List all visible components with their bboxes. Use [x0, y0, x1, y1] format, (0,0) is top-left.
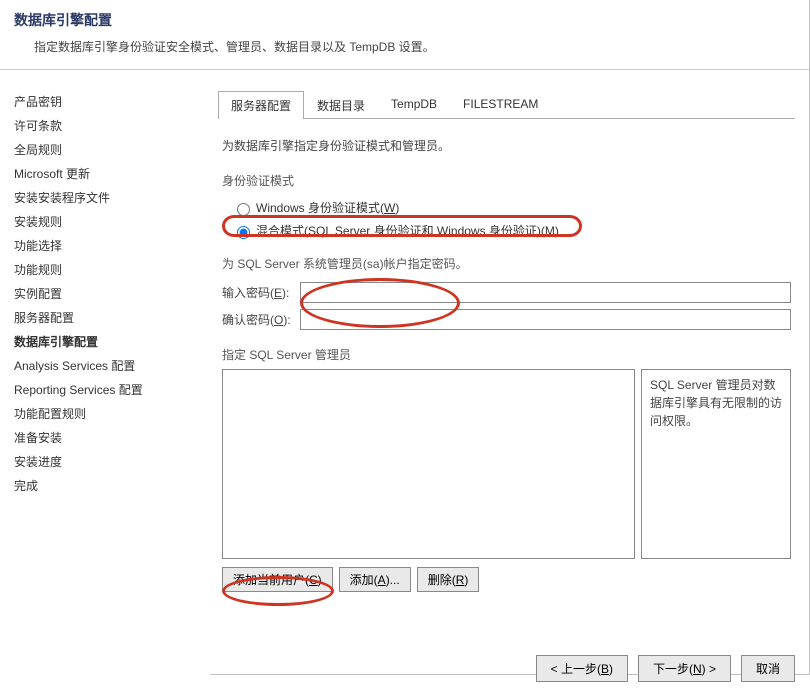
- radio-windows-label: Windows 身份验证模式(W): [256, 199, 399, 216]
- tab-TempDB[interactable]: TempDB: [378, 91, 450, 119]
- main-panel: 服务器配置数据目录TempDBFILESTREAM 为数据库引擎指定身份验证模式…: [210, 70, 809, 690]
- admins-listbox[interactable]: [222, 369, 635, 559]
- confirm-password-input[interactable]: [300, 309, 791, 330]
- panel-intro: 为数据库引擎指定身份验证模式和管理员。: [222, 137, 791, 154]
- sidebar-step-item[interactable]: Microsoft 更新: [14, 162, 196, 186]
- sidebar-step-item[interactable]: Reporting Services 配置: [14, 378, 196, 402]
- sa-password-group-label: 为 SQL Server 系统管理员(sa)帐户指定密码。: [222, 255, 791, 272]
- cancel-button[interactable]: 取消: [741, 655, 795, 682]
- sidebar-step-item[interactable]: 准备安装: [14, 426, 196, 450]
- next-button[interactable]: 下一步(N) >: [638, 655, 731, 682]
- tabstrip: 服务器配置数据目录TempDBFILESTREAM: [218, 90, 795, 119]
- wizard-footer: < 上一步(B) 下一步(N) > 取消: [218, 641, 795, 682]
- back-button[interactable]: < 上一步(B): [536, 655, 628, 682]
- sidebar-step-item[interactable]: 功能规则: [14, 258, 196, 282]
- radio-mixed-label: 混合模式(SQL Server 身份验证和 Windows 身份验证)(M): [256, 222, 559, 239]
- tab-服务器配置[interactable]: 服务器配置: [218, 91, 304, 119]
- admins-group-label: 指定 SQL Server 管理员: [222, 346, 791, 363]
- sidebar-step-item[interactable]: 功能配置规则: [14, 402, 196, 426]
- auth-mode-mixed-radio[interactable]: 混合模式(SQL Server 身份验证和 Windows 身份验证)(M): [232, 222, 791, 239]
- page-subtitle: 指定数据库引擎身份验证安全模式、管理员、数据目录以及 TempDB 设置。: [34, 38, 795, 55]
- sidebar-step-item[interactable]: 全局规则: [14, 138, 196, 162]
- admins-description: SQL Server 管理员对数据库引擎具有无限制的访问权限。: [641, 369, 791, 559]
- sidebar-step-item[interactable]: 功能选择: [14, 234, 196, 258]
- auth-mode-windows-radio[interactable]: Windows 身份验证模式(W): [232, 199, 791, 216]
- sidebar-step-item[interactable]: 安装进度: [14, 450, 196, 474]
- radio-mixed-input[interactable]: [237, 226, 250, 239]
- sidebar-step-item[interactable]: 实例配置: [14, 282, 196, 306]
- step-sidebar: 产品密钥许可条款全局规则Microsoft 更新安装安装程序文件安装规则功能选择…: [0, 70, 210, 690]
- tab-数据目录[interactable]: 数据目录: [304, 91, 378, 119]
- remove-button[interactable]: 删除(R): [417, 567, 480, 592]
- page-header: 数据库引擎配置 指定数据库引擎身份验证安全模式、管理员、数据目录以及 TempD…: [0, 0, 809, 70]
- confirm-password-label: 确认密码(O):: [222, 311, 300, 328]
- sidebar-step-item[interactable]: 产品密钥: [14, 90, 196, 114]
- sidebar-step-item[interactable]: 安装规则: [14, 210, 196, 234]
- auth-mode-groupbox: 身份验证模式: [222, 172, 791, 189]
- password-input[interactable]: [300, 282, 791, 303]
- sidebar-step-item[interactable]: 服务器配置: [14, 306, 196, 330]
- sidebar-step-item[interactable]: 许可条款: [14, 114, 196, 138]
- radio-windows-input[interactable]: [237, 203, 250, 216]
- sidebar-step-item[interactable]: 完成: [14, 474, 196, 498]
- sidebar-step-item[interactable]: Analysis Services 配置: [14, 354, 196, 378]
- sidebar-step-item[interactable]: 数据库引擎配置: [14, 330, 196, 354]
- server-config-panel: 为数据库引擎指定身份验证模式和管理员。 身份验证模式 Windows 身份验证模…: [218, 119, 795, 641]
- tab-FILESTREAM[interactable]: FILESTREAM: [450, 91, 551, 119]
- password-label: 输入密码(E):: [222, 284, 300, 301]
- add-button[interactable]: 添加(A)...: [339, 567, 411, 592]
- add-current-user-button[interactable]: 添加当前用户(C): [222, 567, 333, 592]
- sidebar-step-item[interactable]: 安装安装程序文件: [14, 186, 196, 210]
- page-title: 数据库引擎配置: [14, 10, 795, 30]
